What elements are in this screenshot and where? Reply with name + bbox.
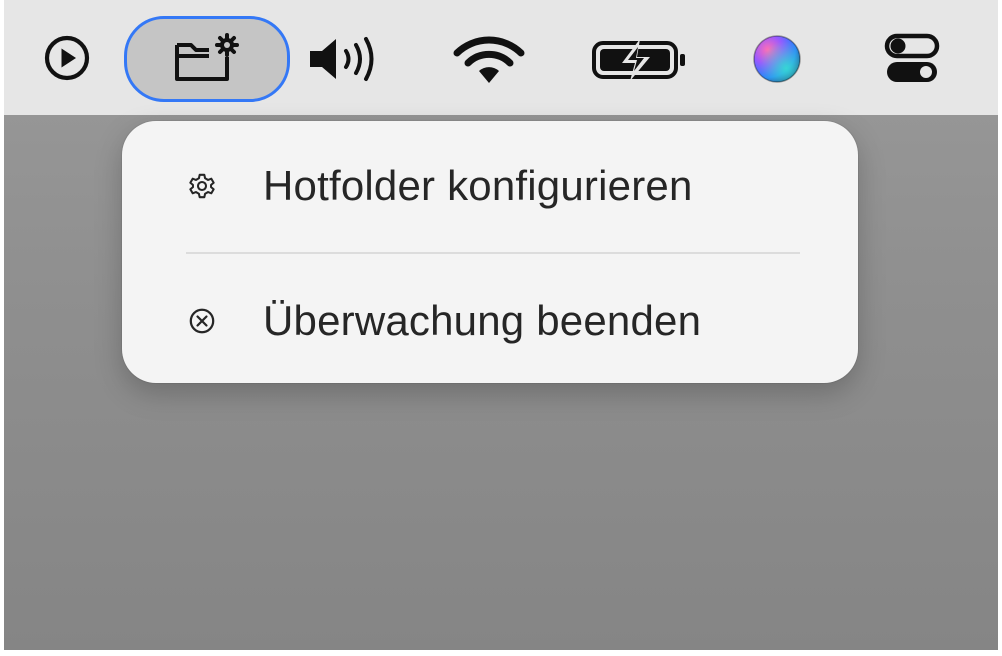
folder-gear-icon	[171, 33, 243, 85]
menu-item-configure-hotfolder[interactable]: Hotfolder konfigurieren	[184, 143, 818, 229]
menu-item-label: Überwachung beenden	[263, 297, 702, 344]
menubar-wifi-button[interactable]	[450, 32, 528, 86]
battery-charging-icon	[590, 37, 690, 83]
menubar-volume-button[interactable]	[300, 30, 388, 88]
menu-bar	[4, 0, 998, 115]
speaker-volume-icon	[302, 31, 386, 87]
hotfolder-dropdown-menu: Hotfolder konfigurieren Überwachung been…	[122, 121, 858, 383]
desktop: Hotfolder konfigurieren Überwachung been…	[4, 0, 998, 650]
menubar-hotfolder-button[interactable]	[124, 16, 290, 102]
menu-item-stop-monitoring[interactable]: Überwachung beenden	[184, 278, 818, 364]
x-circle-icon	[188, 307, 216, 335]
menubar-control-center-button[interactable]	[882, 32, 942, 86]
menubar-play-button[interactable]	[42, 33, 92, 83]
menu-item-label: Hotfolder konfigurieren	[263, 162, 693, 209]
screen: Hotfolder konfigurieren Überwachung been…	[0, 0, 1002, 656]
play-circle-icon	[42, 33, 92, 83]
siri-icon	[751, 33, 803, 85]
menubar-siri-button[interactable]	[750, 32, 804, 86]
menubar-battery-button[interactable]	[588, 36, 692, 84]
gear-icon	[188, 172, 216, 200]
control-center-icon	[882, 32, 942, 86]
wifi-icon	[451, 32, 527, 86]
menu-separator	[186, 252, 800, 254]
